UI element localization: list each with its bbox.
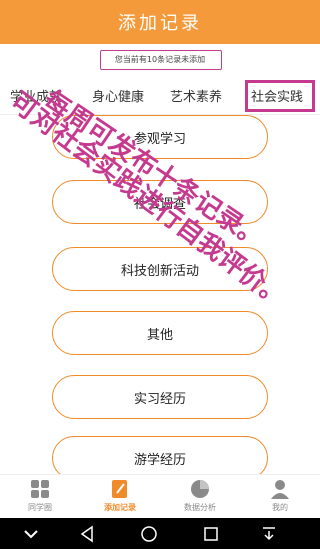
grid-icon	[31, 480, 49, 498]
tabbar-add-record[interactable]: 添加记录	[90, 479, 150, 513]
bottom-tab-bar: 同学圈 添加记录 数据分析 我的	[0, 474, 320, 519]
category-button-tech-innovation[interactable]: 科技创新活动	[52, 247, 268, 291]
tabbar-label: 数据分析	[184, 503, 216, 512]
category-label: 参观学习	[133, 131, 186, 147]
tab-arts[interactable]: 艺术素养	[170, 86, 222, 105]
back-icon[interactable]	[78, 525, 96, 543]
pie-chart-icon	[191, 480, 209, 498]
tabbar-profile[interactable]: 我的	[250, 479, 310, 513]
tab-academic[interactable]: 学业成就	[10, 86, 62, 105]
tabbar-classmates[interactable]: 同学圈	[10, 479, 70, 513]
category-button-other[interactable]: 其他	[52, 311, 268, 355]
category-button-internship[interactable]: 实习经历	[52, 375, 268, 419]
category-label: 社会调查	[133, 196, 186, 212]
user-icon	[271, 480, 289, 499]
page-title: 添加记录	[118, 13, 202, 34]
category-button-social-survey[interactable]: 社会调查	[52, 180, 268, 224]
tabbar-data-analysis[interactable]: 数据分析	[170, 479, 230, 513]
category-label: 游学经历	[133, 452, 186, 468]
app-header: 添加记录	[0, 0, 320, 44]
recents-icon[interactable]	[202, 525, 220, 543]
home-icon[interactable]	[140, 525, 158, 543]
edit-note-icon	[112, 480, 127, 498]
category-label: 科技创新活动	[120, 263, 199, 279]
notification-pull-icon[interactable]	[260, 525, 278, 543]
chevron-down-icon[interactable]	[22, 525, 40, 543]
tabbar-label: 添加记录	[104, 503, 136, 512]
tab-health[interactable]: 身心健康	[92, 86, 144, 105]
active-tab-highlight	[245, 80, 315, 112]
system-nav-bar	[0, 518, 320, 549]
notice-text: 您当前有10条记录未添加	[114, 55, 206, 64]
category-label: 实习经历	[133, 391, 186, 407]
tabbar-label: 同学圈	[28, 503, 52, 512]
category-label: 其他	[146, 327, 173, 343]
tabbar-label: 我的	[272, 503, 288, 512]
category-button-visit-study[interactable]: 参观学习	[52, 115, 268, 159]
